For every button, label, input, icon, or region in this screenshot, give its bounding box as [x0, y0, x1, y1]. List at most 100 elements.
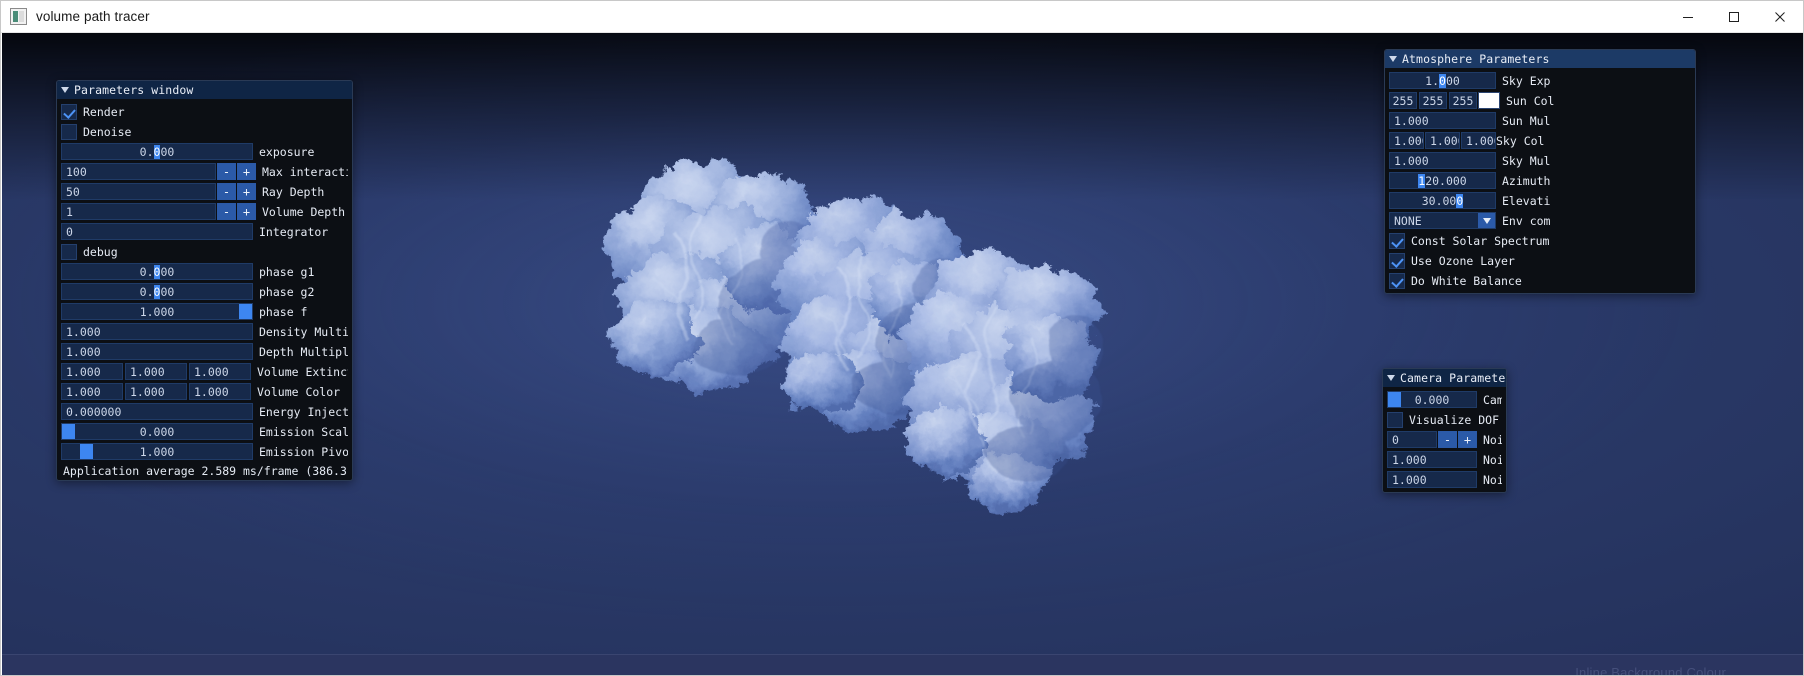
phase-f-row[interactable]: 1.000 phase f: [61, 302, 348, 321]
emission-pivot-slider-handle[interactable]: [80, 444, 93, 459]
max-interaction-plus-button[interactable]: +: [237, 163, 256, 180]
chevron-down-icon[interactable]: [1478, 213, 1495, 228]
sky-color-r[interactable]: 1.000: [1389, 132, 1424, 149]
denoise-checkbox[interactable]: [61, 123, 77, 140]
noise-int-minus-button[interactable]: -: [1438, 431, 1457, 448]
minimize-button[interactable]: [1665, 1, 1711, 33]
visualize-dof-checkbox[interactable]: [1387, 411, 1403, 428]
volume-depth-input[interactable]: 1: [61, 203, 216, 220]
sun-multiplier-input[interactable]: 1.000: [1389, 112, 1496, 129]
max-interaction-minus-button[interactable]: -: [217, 163, 236, 180]
camera-window-titlebar[interactable]: Camera Parameters: [1383, 369, 1506, 387]
render-checkbox-row[interactable]: Render: [61, 102, 348, 121]
ray-depth-plus-button[interactable]: +: [237, 183, 256, 200]
volume-color-r[interactable]: 1.000: [61, 383, 123, 400]
ray-depth-row[interactable]: 50 - + Ray Depth: [61, 182, 348, 201]
noise-a-row[interactable]: 1.000 Noise: [1387, 450, 1502, 469]
energy-injection-row[interactable]: 0.000000 Energy Injectio: [61, 402, 348, 421]
camera-slider[interactable]: 0.000: [1387, 391, 1477, 408]
debug-checkbox-row[interactable]: debug: [61, 242, 348, 261]
atmosphere-window-titlebar[interactable]: Atmosphere Parameters: [1385, 50, 1695, 68]
noise-int-plus-button[interactable]: +: [1458, 431, 1477, 448]
volume-extinction-y[interactable]: 1.000: [125, 363, 187, 380]
max-interaction-input[interactable]: 100: [61, 163, 216, 180]
emission-scale-slider[interactable]: 0.000: [61, 423, 253, 440]
noise-int-row[interactable]: 0 - + Noise: [1387, 430, 1502, 449]
sun-color-r[interactable]: 255: [1389, 92, 1417, 109]
close-button[interactable]: [1757, 1, 1803, 33]
chevron-down-icon[interactable]: [1387, 375, 1395, 381]
sky-color-row[interactable]: 1.000 1.000 1.000 Sky Col: [1389, 131, 1691, 150]
emission-pivot-slider[interactable]: 1.000: [61, 443, 253, 460]
visualize-dof-row[interactable]: Visualize DOF: [1387, 410, 1502, 429]
env-combo-row[interactable]: NONE Env com: [1389, 211, 1691, 230]
phase-f-slider-handle[interactable]: [239, 304, 252, 319]
denoise-checkbox-row[interactable]: Denoise: [61, 122, 348, 141]
energy-injection-input[interactable]: 0.000000: [61, 403, 253, 420]
phase-f-slider[interactable]: 1.000: [61, 303, 253, 320]
azimuth-row[interactable]: 120.000 Azimuth: [1389, 171, 1691, 190]
camera-slider-handle[interactable]: [1388, 392, 1401, 407]
volume-color-row[interactable]: 1.000 1.000 1.000 Volume Color: [61, 382, 348, 401]
ray-depth-input[interactable]: 50: [61, 183, 216, 200]
depth-multiplier-row[interactable]: 1.000 Depth Multiplie: [61, 342, 348, 361]
sun-color-g[interactable]: 255: [1419, 92, 1447, 109]
sky-color-g[interactable]: 1.000: [1425, 132, 1460, 149]
sky-multiplier-input[interactable]: 1.000: [1389, 152, 1496, 169]
phase-g1-row[interactable]: 0.000 phase g1: [61, 262, 348, 281]
chevron-down-icon[interactable]: [61, 87, 69, 93]
atmosphere-parameters-window[interactable]: Atmosphere Parameters 1.000 Sky Exp 255 …: [1384, 49, 1696, 294]
volume-extinction-z[interactable]: 1.000: [189, 363, 251, 380]
integrator-input[interactable]: 0: [61, 223, 253, 240]
const-solar-spectrum-checkbox[interactable]: [1389, 232, 1405, 249]
emission-pivot-row[interactable]: 1.000 Emission Pivot: [61, 442, 348, 461]
noise-b-row[interactable]: 1.000 Noise: [1387, 470, 1502, 489]
volume-depth-plus-button[interactable]: +: [237, 203, 256, 220]
render-checkbox[interactable]: [61, 103, 77, 120]
integrator-row[interactable]: 0 Integrator: [61, 222, 348, 241]
volume-extinction-x[interactable]: 1.000: [61, 363, 123, 380]
sun-multiplier-row[interactable]: 1.000 Sun Mul: [1389, 111, 1691, 130]
exposure-input[interactable]: 0.000: [61, 143, 253, 160]
volume-color-g[interactable]: 1.000: [125, 383, 187, 400]
sun-color-swatch[interactable]: [1478, 92, 1500, 109]
do-white-balance-checkbox[interactable]: [1389, 272, 1405, 289]
sky-multiplier-row[interactable]: 1.000 Sky Mul: [1389, 151, 1691, 170]
noise-a-input[interactable]: 1.000: [1387, 451, 1477, 468]
sky-exposure-row[interactable]: 1.000 Sky Exp: [1389, 71, 1691, 90]
density-multiplier-input[interactable]: 1.000: [61, 323, 253, 340]
depth-multiplier-input[interactable]: 1.000: [61, 343, 253, 360]
sky-color-b[interactable]: 1.000: [1461, 132, 1496, 149]
chevron-down-icon[interactable]: [1389, 56, 1397, 62]
azimuth-slider[interactable]: 120.000: [1389, 172, 1496, 189]
volume-color-b[interactable]: 1.000: [189, 383, 251, 400]
phase-g2-slider[interactable]: 0.000: [61, 283, 253, 300]
sky-exposure-slider[interactable]: 1.000: [1389, 72, 1496, 89]
maximize-button[interactable]: [1711, 1, 1757, 33]
use-ozone-layer-row[interactable]: Use Ozone Layer: [1389, 251, 1691, 270]
exposure-row[interactable]: 0.000 exposure: [61, 142, 348, 161]
env-combo-select[interactable]: NONE: [1389, 212, 1496, 229]
elevation-slider[interactable]: 30.000: [1389, 192, 1496, 209]
volume-extinction-row[interactable]: 1.000 1.000 1.000 Volume Extincti: [61, 362, 348, 381]
ray-depth-minus-button[interactable]: -: [217, 183, 236, 200]
camera-slider-row[interactable]: 0.000 Camera: [1387, 390, 1502, 409]
parameters-window-titlebar[interactable]: Parameters window: [57, 81, 352, 99]
camera-parameters-window[interactable]: Camera Parameters 0.000 Camera Visualize…: [1382, 368, 1507, 493]
sun-color-b[interactable]: 255: [1449, 92, 1477, 109]
phase-g1-slider[interactable]: 0.000: [61, 263, 253, 280]
volume-depth-minus-button[interactable]: -: [217, 203, 236, 220]
sun-color-row[interactable]: 255 255 255 Sun Col: [1389, 91, 1691, 110]
noise-b-input[interactable]: 1.000: [1387, 471, 1477, 488]
density-multiplier-row[interactable]: 1.000 Density Multipl: [61, 322, 348, 341]
debug-checkbox[interactable]: [61, 243, 77, 260]
emission-scale-row[interactable]: 0.000 Emission Scale: [61, 422, 348, 441]
max-interaction-row[interactable]: 100 - + Max interaction: [61, 162, 348, 181]
do-white-balance-row[interactable]: Do White Balance: [1389, 271, 1691, 290]
noise-int-input[interactable]: 0: [1387, 431, 1437, 448]
const-solar-spectrum-row[interactable]: Const Solar Spectrum: [1389, 231, 1691, 250]
use-ozone-layer-checkbox[interactable]: [1389, 252, 1405, 269]
elevation-row[interactable]: 30.000 Elevati: [1389, 191, 1691, 210]
parameters-window[interactable]: Parameters window Render Denoise 0.000 e…: [56, 80, 353, 481]
volume-depth-row[interactable]: 1 - + Volume Depth: [61, 202, 348, 221]
